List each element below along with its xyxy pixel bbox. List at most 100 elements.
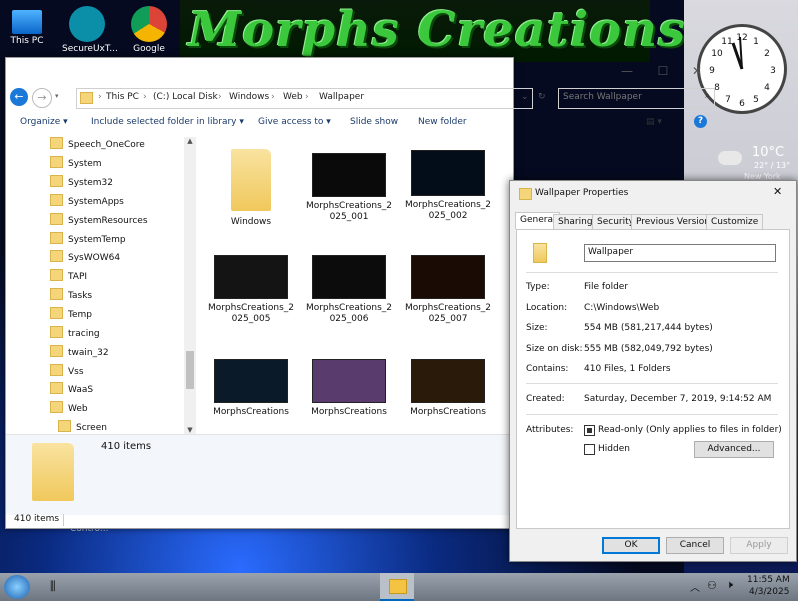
task-view-icon[interactable]: ⫼ — [50, 579, 56, 594]
nav-item[interactable]: WaaS — [50, 382, 93, 400]
file-tile[interactable]: MorphsCreations_2025_005 — [206, 255, 296, 325]
nav-item[interactable]: SystemApps — [50, 194, 124, 212]
file-tile[interactable]: MorphsCreations — [403, 359, 493, 418]
nav-scrollbar[interactable]: ▲ ▼ — [184, 137, 196, 434]
scroll-up-icon[interactable]: ▲ — [184, 137, 196, 145]
desktop-icon-label: This PC — [10, 36, 44, 46]
desktop-icon-secureux[interactable]: SecureUxT... — [62, 2, 118, 54]
nav-item[interactable]: System — [50, 156, 102, 174]
nav-item-label: System32 — [68, 178, 114, 188]
folder-icon — [50, 345, 63, 357]
file-tile[interactable]: MorphsCreations_2025_007 — [403, 255, 493, 325]
nav-item-label: tracing — [68, 329, 100, 339]
nav-item[interactable]: SysWOW64 — [50, 250, 120, 268]
navigation-pane[interactable]: Speech_OneCore System System32 SystemApp… — [6, 137, 196, 434]
status-count: 410 items — [14, 514, 60, 524]
folder-icon — [80, 92, 93, 104]
status-bar: 410 items — [6, 514, 513, 528]
nav-item[interactable]: Vss — [50, 364, 84, 382]
tray-chevron-icon[interactable]: ︿ — [690, 579, 700, 594]
give-access-button[interactable]: Give access to ▾ — [258, 117, 331, 127]
advanced-button[interactable]: Advanced... — [694, 441, 774, 458]
image-thumbnail — [312, 153, 386, 197]
size-on-disk-label: Size on disk: — [526, 344, 583, 354]
nav-item[interactable]: Speech_OneCore — [50, 137, 145, 155]
file-tile-label: MorphsCreations_2025_007 — [404, 303, 492, 324]
cancel-button[interactable]: Cancel — [666, 537, 724, 554]
nav-item[interactable]: TAPI — [50, 269, 87, 287]
file-tile[interactable]: MorphsCreations — [206, 359, 296, 418]
network-icon[interactable]: ⚇ — [707, 579, 717, 592]
breadcrumb-windows[interactable]: Windows — [229, 92, 269, 102]
nav-item[interactable]: Temp — [50, 307, 92, 325]
breadcrumb-web[interactable]: Web — [283, 92, 303, 102]
breadcrumb-local-disk[interactable]: (C:) Local Disk — [153, 92, 218, 102]
breadcrumb-this-pc[interactable]: This PC — [106, 92, 139, 102]
file-tile[interactable]: MorphsCreations — [304, 359, 394, 418]
search-input[interactable]: Search Wallpaper ⌕ — [558, 88, 715, 109]
maximize-button[interactable]: ☐ — [648, 64, 678, 78]
properties-dialog[interactable]: Wallpaper Properties ✕ General Sharing S… — [509, 180, 797, 562]
general-panel: Wallpaper Type: File folder Location: C:… — [516, 229, 790, 529]
hidden-checkbox[interactable] — [584, 444, 595, 455]
close-button[interactable]: ✕ — [682, 64, 712, 78]
image-thumbnail — [312, 359, 386, 403]
view-options-icon[interactable]: ▤ ▾ — [646, 117, 662, 127]
contains-value: 410 Files, 1 Folders — [584, 364, 671, 374]
chevron-down-icon[interactable]: ⌄ — [521, 92, 529, 102]
ok-button[interactable]: OK — [602, 537, 660, 554]
nav-item[interactable]: Web — [50, 401, 88, 419]
file-tile[interactable]: Windows — [206, 149, 296, 228]
back-button[interactable]: ← — [10, 88, 28, 106]
organize-button[interactable]: Organize ▾ — [20, 117, 68, 127]
nav-item[interactable]: Tasks — [50, 288, 92, 306]
desktop-icon-google[interactable]: Google — [124, 2, 174, 54]
new-folder-button[interactable]: New folder — [418, 117, 467, 127]
nav-item[interactable]: SystemResources — [50, 213, 148, 231]
svg-text:8: 8 — [714, 83, 720, 93]
folder-icon — [50, 156, 63, 168]
svg-text:4: 4 — [764, 83, 770, 93]
scroll-down-icon[interactable]: ▼ — [184, 426, 196, 434]
refresh-icon[interactable]: ↻ — [538, 92, 546, 102]
breadcrumb-sep: › — [143, 92, 147, 102]
minimize-button[interactable]: — — [612, 64, 642, 78]
readonly-checkbox[interactable] — [584, 425, 595, 436]
breadcrumb-wallpaper[interactable]: Wallpaper — [319, 92, 364, 102]
include-in-library-button[interactable]: Include selected folder in library ▾ — [91, 117, 244, 127]
file-tile[interactable]: MorphsCreations_2025_002 — [403, 150, 493, 222]
scroll-thumb[interactable] — [186, 351, 194, 389]
nav-item[interactable]: twain_32 — [50, 345, 109, 363]
volume-muted-icon[interactable]: 🕨 — [726, 578, 733, 592]
nav-item-label: System — [68, 159, 102, 169]
recent-locations-icon[interactable]: ▾ — [55, 92, 59, 100]
clock-time[interactable]: 11:55 AM — [747, 575, 790, 585]
explorer-window[interactable]: — ☐ ✕ ← → ▾ › This PC › (C:) Local Disk … — [5, 57, 715, 529]
forward-button[interactable]: → — [32, 88, 52, 108]
file-tile-label: MorphsCreations_2025_001 — [305, 201, 393, 222]
folder-name-field[interactable]: Wallpaper — [584, 244, 776, 262]
folder-icon — [50, 213, 63, 225]
folder-icon — [50, 232, 63, 244]
clock-date[interactable]: 4/3/2025 — [749, 587, 789, 597]
tab-customize[interactable]: Customize — [706, 214, 764, 229]
taskbar-explorer-button[interactable] — [380, 573, 414, 601]
nav-item[interactable]: SystemTemp — [50, 232, 126, 250]
slide-show-button[interactable]: Slide show — [350, 117, 398, 127]
dialog-title: Wallpaper Properties — [535, 188, 629, 198]
desktop-icon-this-pc[interactable]: This PC — [2, 2, 52, 46]
nav-item[interactable]: tracing — [50, 326, 100, 344]
file-tile[interactable]: MorphsCreations_2025_001 — [304, 153, 394, 223]
image-thumbnail — [411, 255, 485, 299]
help-icon[interactable]: ? — [694, 115, 707, 128]
svg-text:11: 11 — [721, 37, 732, 47]
apply-button[interactable]: Apply — [730, 537, 788, 554]
close-button[interactable]: ✕ — [773, 185, 782, 198]
separator — [526, 414, 778, 415]
start-button[interactable] — [4, 575, 30, 599]
size-label: Size: — [526, 323, 548, 333]
nav-item[interactable]: System32 — [50, 175, 113, 193]
tab-sharing[interactable]: Sharing — [553, 214, 598, 229]
file-tile[interactable]: MorphsCreations_2025_006 — [304, 255, 394, 325]
address-bar[interactable]: › This PC › (C:) Local Disk › Windows › … — [76, 88, 546, 109]
